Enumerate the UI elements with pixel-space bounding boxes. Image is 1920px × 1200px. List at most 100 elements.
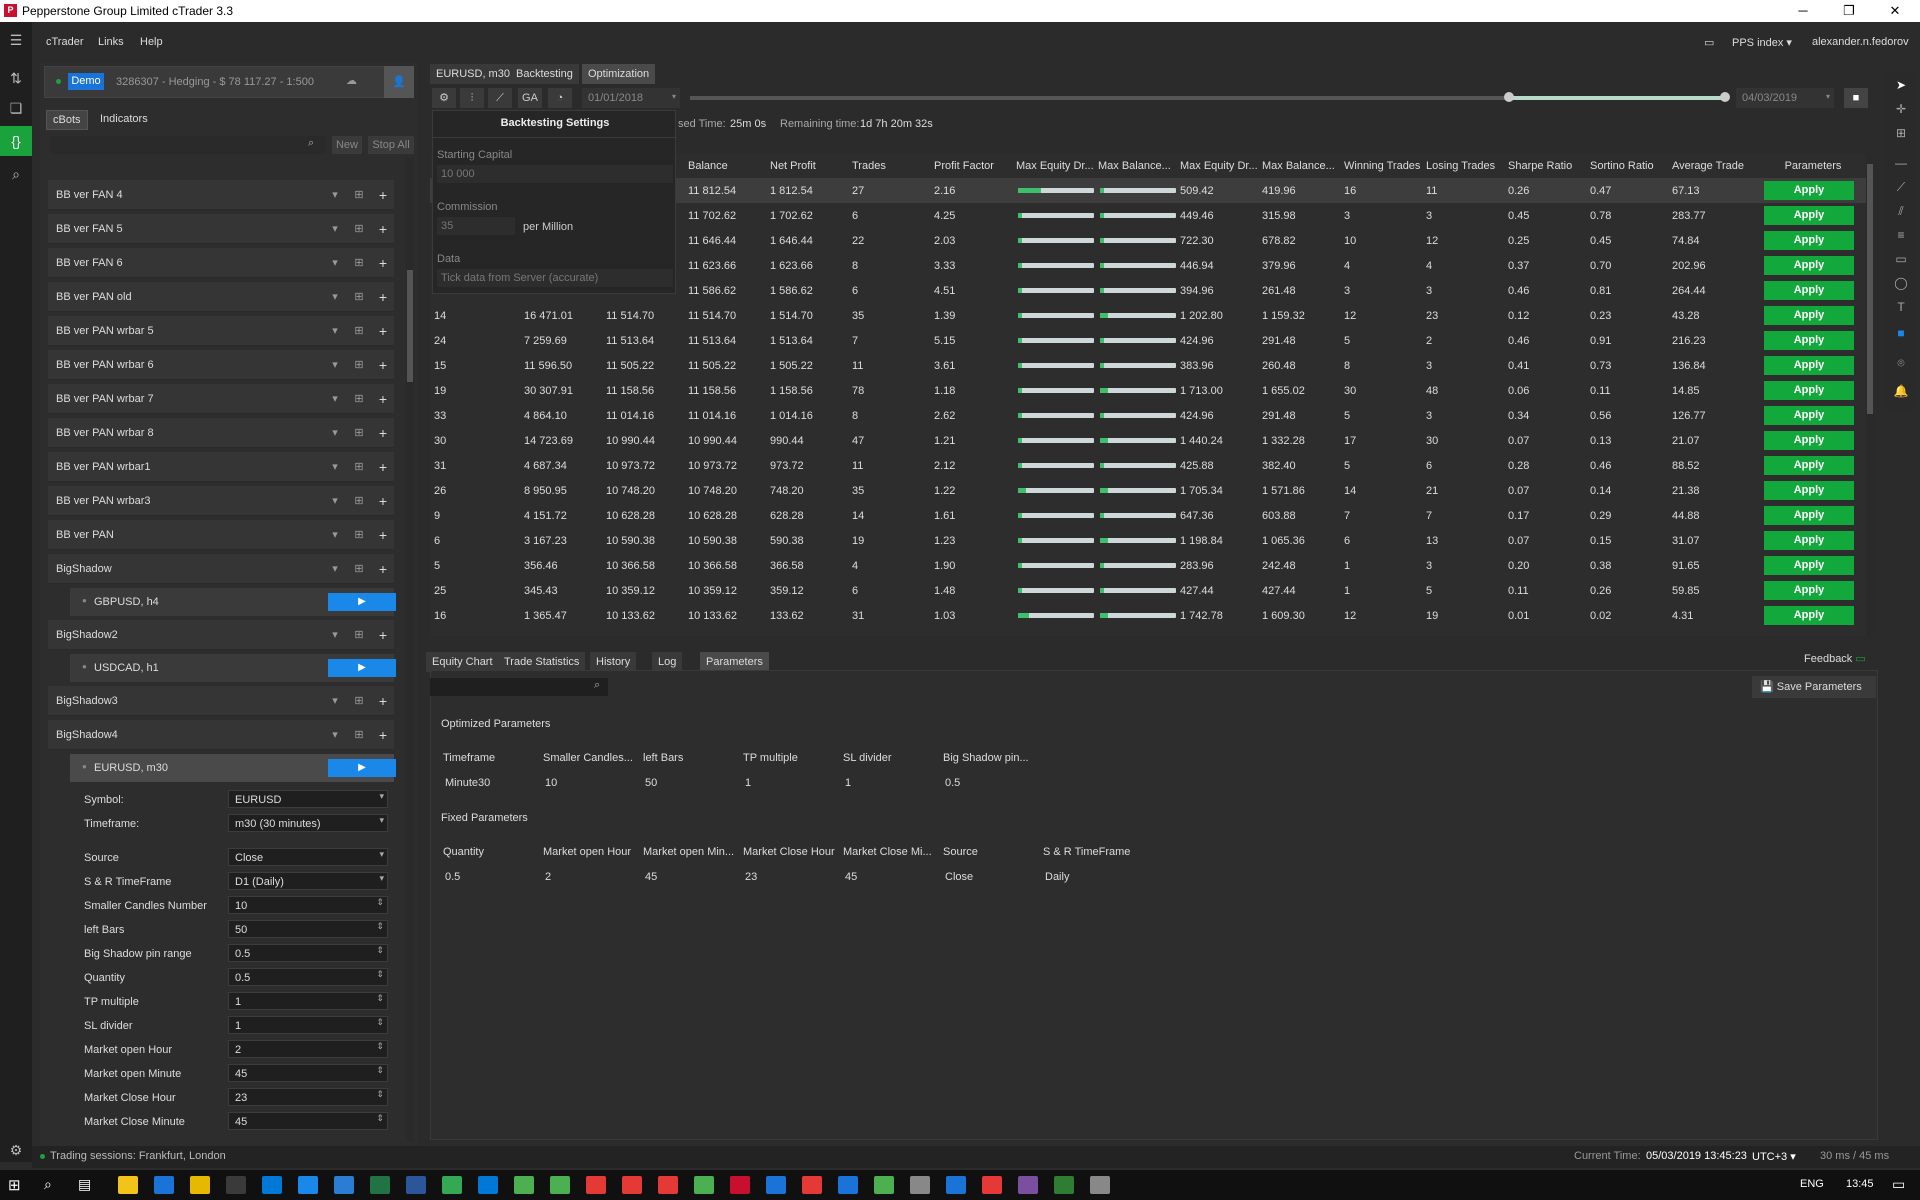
cloud-save-icon[interactable]: ⊞ (350, 626, 368, 644)
apply-button[interactable]: Apply (1764, 356, 1854, 375)
param-value-input[interactable]: 50 (228, 920, 388, 938)
system-clock[interactable]: 13:45 (1846, 1178, 1874, 1190)
cbot-row[interactable]: BB ver PAN wrbar3 ▾ ⊞ + (48, 486, 394, 516)
tab-parameters[interactable]: Parameters (700, 652, 769, 672)
param-value-input[interactable]: 0.5 (228, 944, 388, 962)
table-row[interactable]: 5 356.46 10 366.58 10 366.58 366.58 4 1.90 283.… (430, 553, 1868, 578)
dropdown-icon[interactable]: ▾ (326, 356, 344, 374)
stepper-icon[interactable]: ⇕ (376, 1041, 384, 1052)
chart-icon[interactable]: ⟋ (488, 88, 512, 108)
taskbar-app-icon[interactable] (1054, 1176, 1074, 1194)
add-instance-icon[interactable]: + (374, 322, 392, 340)
column-header[interactable]: Balance (688, 160, 768, 172)
param-value-input[interactable]: 10 (228, 896, 388, 914)
cloud-save-icon[interactable]: ⊞ (350, 254, 368, 272)
tab-optimization[interactable]: Optimization (582, 64, 656, 84)
dropdown-icon[interactable]: ▾ (326, 726, 344, 744)
column-header[interactable]: Max Balance... (1262, 160, 1342, 172)
cloud-save-icon[interactable]: ⊞ (350, 560, 368, 578)
cloud-save-icon[interactable]: ⊞ (350, 322, 368, 340)
add-instance-icon[interactable]: + (374, 692, 392, 710)
param-value-input[interactable]: 23 (228, 1088, 388, 1106)
parameter-search-input[interactable] (430, 678, 608, 696)
cbot-row[interactable]: BB ver PAN ▾ ⊞ + (48, 520, 394, 550)
cbot-row[interactable]: BB ver FAN 5 ▾ ⊞ + (48, 214, 394, 244)
taskbar-app-icon[interactable] (514, 1176, 534, 1194)
play-button[interactable]: ▶ (328, 659, 396, 677)
column-header[interactable]: Max Equity Dr... (1180, 160, 1260, 172)
fibonacci-icon[interactable]: ≡ (1892, 228, 1910, 246)
cbot-row[interactable]: BB ver PAN wrbar 6 ▾ ⊞ + (48, 350, 394, 380)
table-row[interactable]: 15 11 596.50 11 505.22 11 505.22 1 505.22 11 3… (430, 353, 1868, 378)
search-icon[interactable]: ⌕ (594, 679, 600, 692)
apply-button[interactable]: Apply (1764, 406, 1854, 425)
cbot-row[interactable]: BB ver PAN wrbar1 ▾ ⊞ + (48, 452, 394, 482)
settings-gear-icon[interactable]: ⚙ (4, 1138, 28, 1162)
data-source-select[interactable]: Tick data from Server (accurate) (437, 269, 673, 287)
cloud-save-icon[interactable]: ⊞ (350, 390, 368, 408)
param-value-select[interactable]: EURUSD (228, 790, 388, 808)
tab-eurusd-m30[interactable]: EURUSD, m30 (430, 64, 516, 84)
column-header[interactable]: Average Trade (1672, 160, 1752, 172)
add-instance-icon[interactable]: + (374, 254, 392, 272)
table-row[interactable]: 26 8 950.95 10 748.20 10 748.20 748.20 35 1.22… (430, 478, 1868, 503)
add-instance-icon[interactable]: + (374, 424, 392, 442)
cloud-save-icon[interactable]: ⊞ (350, 356, 368, 374)
channel-icon[interactable]: ⫽ (1892, 204, 1910, 222)
column-header[interactable]: Profit Factor (934, 160, 1014, 172)
dropdown-icon[interactable]: ▾ (326, 220, 344, 238)
add-instance-icon[interactable]: + (374, 356, 392, 374)
stepper-icon[interactable]: ⇕ (376, 1017, 384, 1028)
add-instance-icon[interactable]: + (374, 390, 392, 408)
color-icon[interactable]: ■ (1892, 326, 1910, 344)
cloud-save-icon[interactable]: ⊞ (350, 458, 368, 476)
cloud-save-icon[interactable]: ⊞ (350, 220, 368, 238)
param-value-input[interactable]: 0.5 (228, 968, 388, 986)
column-header[interactable]: Max Equity Dr... (1016, 160, 1096, 172)
instance-row[interactable]: ● GBPUSD, h4 ▶ (70, 588, 396, 616)
ellipse-icon[interactable]: ◯ (1892, 276, 1910, 294)
cbot-row[interactable]: BB ver PAN old ▾ ⊞ + (48, 282, 394, 312)
apply-button[interactable]: Apply (1764, 206, 1854, 225)
stop-button[interactable]: ■ (1844, 88, 1868, 108)
taskbar-app-icon[interactable] (190, 1176, 210, 1194)
play-button[interactable]: ▶ (328, 593, 396, 611)
cbot-search-input[interactable] (50, 136, 326, 154)
param-value-input[interactable]: D1 (Daily) (228, 872, 388, 890)
windows-start-icon[interactable]: ⊞ (8, 1176, 21, 1194)
cloud-save-icon[interactable]: ⊞ (350, 726, 368, 744)
apply-button[interactable]: Apply (1764, 256, 1854, 275)
cbot-row[interactable]: BB ver PAN wrbar 8 ▾ ⊞ + (48, 418, 394, 448)
zoom-icon[interactable]: ⊞ (1892, 126, 1910, 144)
apply-button[interactable]: Apply (1764, 281, 1854, 300)
cloud-save-icon[interactable]: ⊞ (350, 492, 368, 510)
user-name[interactable]: alexander.n.fedorov (1812, 36, 1909, 48)
apply-button[interactable]: Apply (1764, 331, 1854, 350)
cbot-row[interactable]: BB ver FAN 6 ▾ ⊞ + (48, 248, 394, 278)
instance-row[interactable]: ● EURUSD, m30 ▶ (70, 754, 396, 782)
taskbar-app-icon[interactable] (226, 1176, 246, 1194)
param-value-select[interactable]: m30 (30 minutes) (228, 814, 388, 832)
tab-trade-statistics[interactable]: Trade Statistics (498, 652, 586, 672)
stepper-icon[interactable]: ⇕ (376, 1113, 384, 1124)
add-instance-icon[interactable]: + (374, 726, 392, 744)
taskbar-app-icon[interactable] (766, 1176, 786, 1194)
column-header[interactable]: Sortino Ratio (1590, 160, 1670, 172)
commission-input[interactable]: 35 (437, 217, 515, 235)
taskbar-app-icon[interactable] (334, 1176, 354, 1194)
cloud-save-icon[interactable]: ⊞ (350, 692, 368, 710)
taskbar-app-icon[interactable] (478, 1176, 498, 1194)
apply-button[interactable]: Apply (1764, 506, 1854, 525)
task-view-icon[interactable]: ▤ (78, 1176, 91, 1193)
language-indicator[interactable]: ENG (1800, 1178, 1824, 1190)
stepper-icon[interactable]: ⇕ (376, 1065, 384, 1076)
cloud-save-icon[interactable]: ⊞ (350, 288, 368, 306)
trendline-icon[interactable]: ⟋ (1892, 180, 1910, 198)
left-scrollbar-thumb[interactable] (407, 270, 413, 382)
analyze-icon[interactable]: ⌕ (4, 162, 28, 186)
add-instance-icon[interactable]: + (374, 526, 392, 544)
apply-button[interactable]: Apply (1764, 556, 1854, 575)
add-instance-icon[interactable]: + (374, 288, 392, 306)
cbot-row[interactable]: BB ver PAN wrbar 7 ▾ ⊞ + (48, 384, 394, 414)
table-row[interactable]: 6 3 167.23 10 590.38 10 590.38 590.38 19 1.23 1… (430, 528, 1868, 553)
